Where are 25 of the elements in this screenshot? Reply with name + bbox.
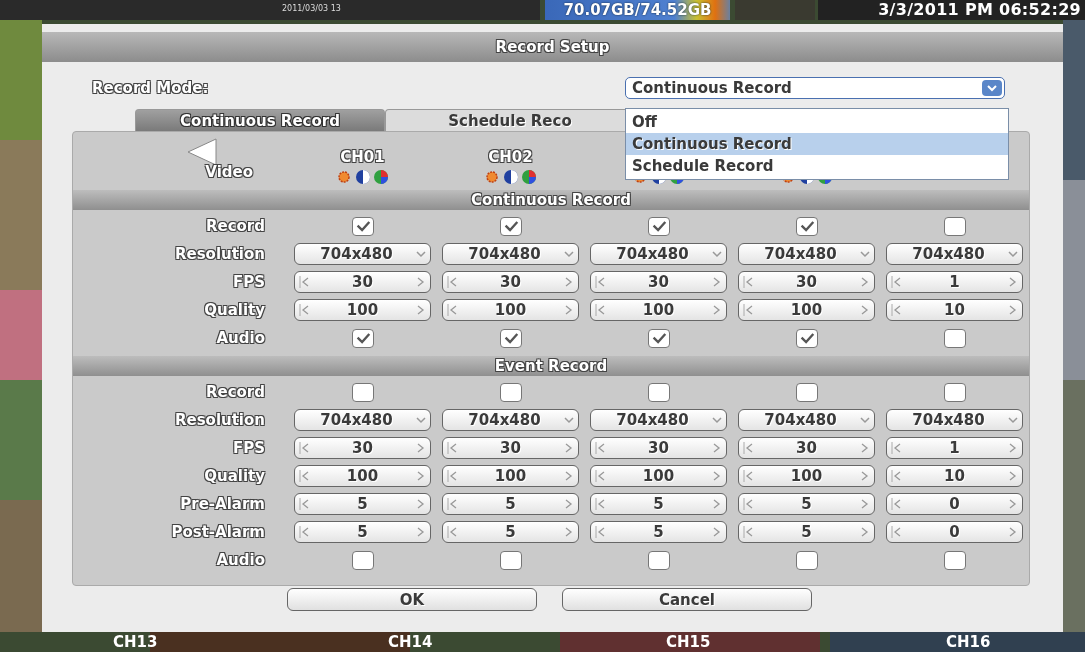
camera-timestamp: 2011/03/03 13 (282, 4, 341, 13)
setting-label: Resolution (174, 411, 265, 429)
setting-label: Audio (216, 551, 265, 569)
dialog-title: Record Setup (42, 32, 1063, 62)
setting-label: Post-Alarm (171, 523, 265, 541)
setting-label: Quality (204, 301, 265, 319)
channel-label: CH14 (388, 632, 433, 652)
section-heading: Continuous Record (73, 190, 1029, 210)
channel-heading: CH02 (488, 148, 533, 166)
setting-label: Resolution (174, 245, 265, 263)
setting-label: FPS (232, 273, 265, 291)
setting-label: Record (205, 217, 265, 235)
channel-heading: CH01 (340, 148, 385, 166)
video-label: Video (205, 163, 253, 181)
setting-label: Audio (216, 329, 265, 347)
section-heading: Event Record (73, 356, 1029, 376)
date-time: 3/3/2011 PM 06:52:29 (818, 0, 1085, 20)
channel-label: CH13 (113, 632, 158, 652)
channel-label: CH15 (666, 632, 711, 652)
setting-label: Record (205, 383, 265, 401)
setting-label: Pre-Alarm (180, 495, 265, 513)
record-mode-label: Record Mode: (92, 79, 209, 97)
setting-label: FPS (232, 439, 265, 457)
setting-label: Quality (204, 467, 265, 485)
channel-label: CH16 (946, 632, 991, 652)
